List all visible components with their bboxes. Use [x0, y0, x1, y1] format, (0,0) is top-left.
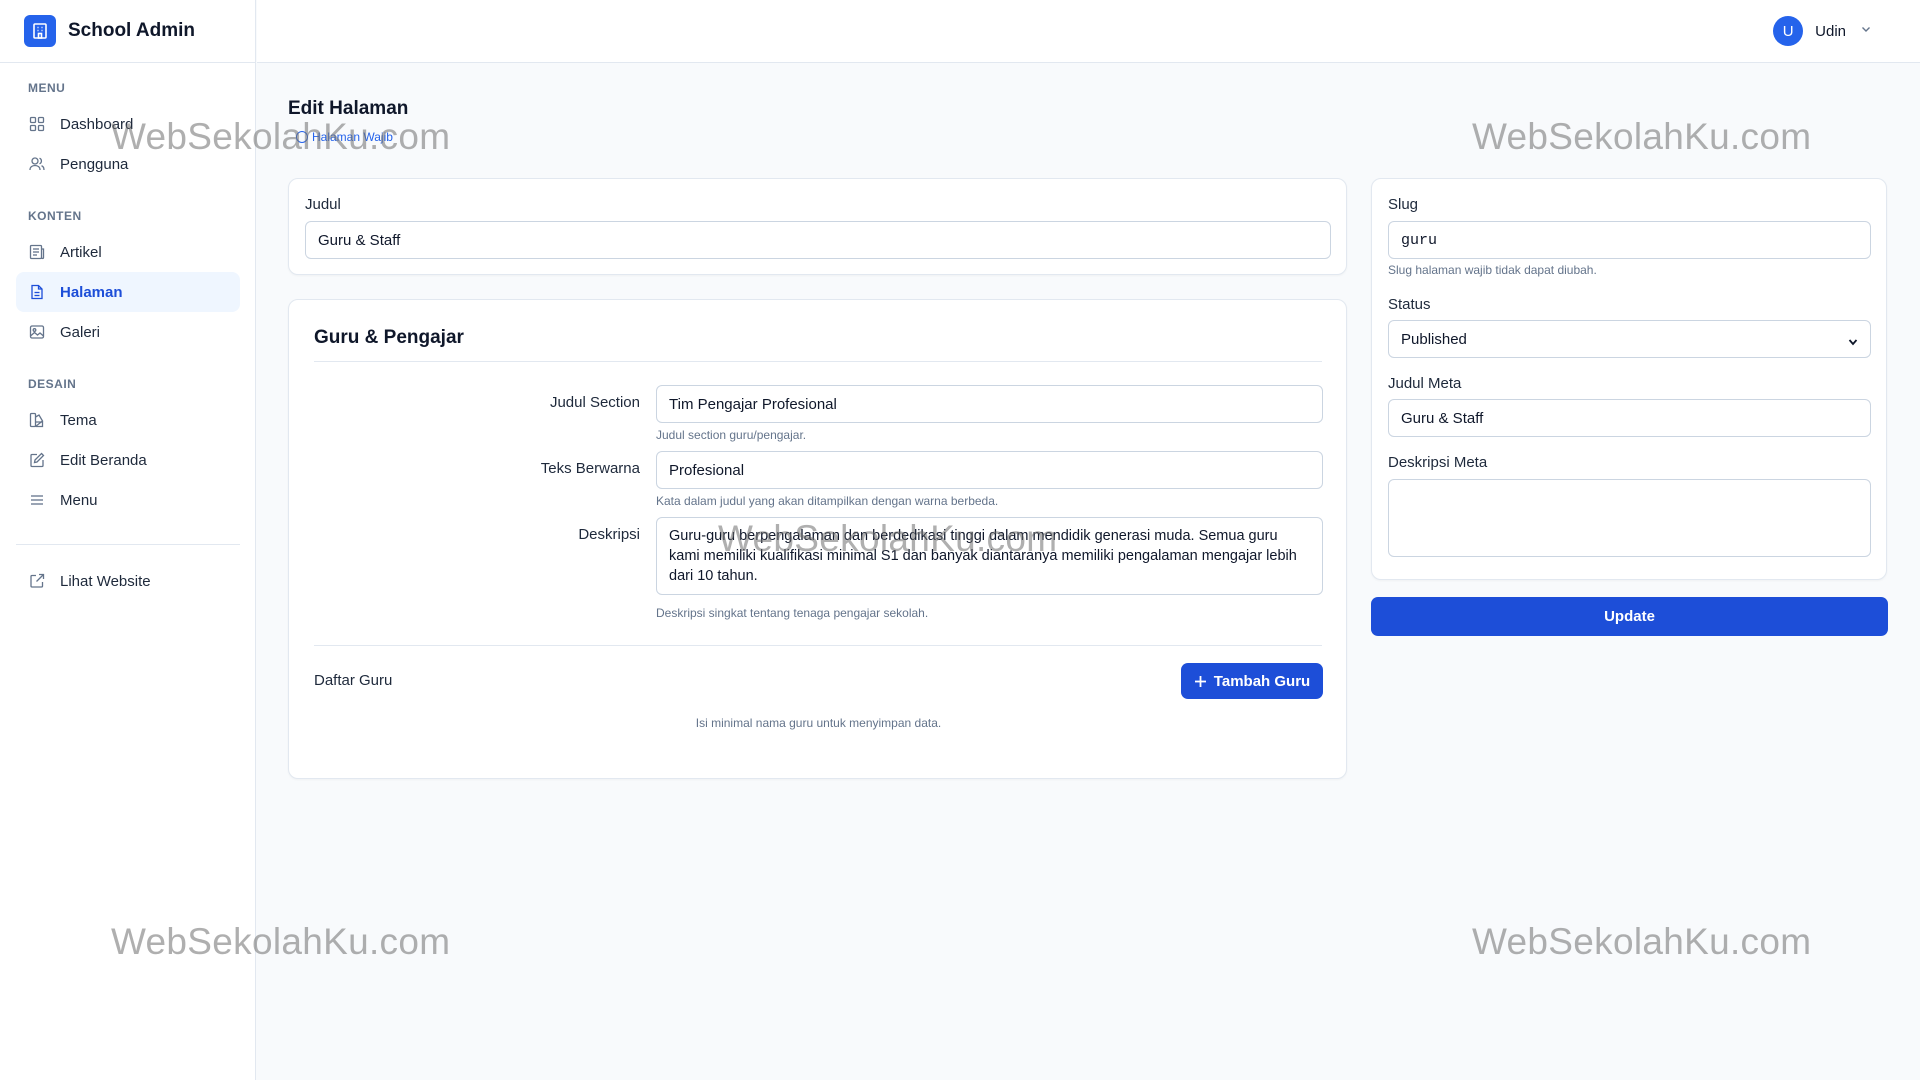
badge-label: Halaman Wajib	[312, 130, 393, 144]
teks-berwarna-input[interactable]: Profesional	[656, 451, 1323, 489]
sidebar-item-label: Tema	[60, 411, 97, 429]
judul-section-label: Judul Section	[549, 394, 640, 411]
watermark: WebSekolahKu.com	[1472, 116, 1812, 157]
daftar-guru-label: Daftar Guru	[314, 672, 393, 689]
plus-icon	[1194, 675, 1207, 688]
sidebar-item-label: Lihat Website	[60, 572, 151, 590]
user-menu[interactable]: U Udin	[1773, 16, 1872, 46]
topbar: U Udin	[257, 0, 1920, 63]
info-icon	[296, 131, 308, 143]
file-text-icon	[28, 283, 46, 301]
deskripsi-textarea[interactable]: Guru-guru berpengalaman dan berdedikasi …	[656, 517, 1323, 595]
add-teacher-button[interactable]: Tambah Guru	[1181, 663, 1323, 699]
deskripsi-meta-label: Deskripsi Meta	[1388, 454, 1488, 471]
newspaper-icon	[28, 243, 46, 261]
chevron-down-icon	[1848, 334, 1858, 346]
slug-input[interactable]: guru	[1388, 221, 1871, 259]
watermark: WebSekolahKu.com	[1472, 921, 1812, 962]
status-selected-value: Published	[1401, 330, 1467, 348]
sidebar-item-label: Pengguna	[60, 155, 129, 173]
sidebar: School Admin MENU Dashboard Pengguna KON…	[0, 0, 256, 1080]
edit-icon	[28, 451, 46, 469]
sidebar-item-label: Dashboard	[60, 115, 134, 133]
title-card: Judul Guru & Staff	[288, 178, 1347, 275]
page-title: Edit Halaman	[288, 98, 409, 119]
external-link-icon	[28, 572, 46, 590]
meta-card: Slug guru Slug halaman wajib tidak dapat…	[1371, 178, 1887, 580]
palette-icon	[28, 411, 46, 429]
judul-meta-label: Judul Meta	[1388, 375, 1462, 392]
slug-help: Slug halaman wajib tidak dapat diubah.	[1388, 263, 1597, 277]
status-select[interactable]: Published	[1388, 320, 1871, 358]
teks-berwarna-label: Teks Berwarna	[540, 460, 640, 477]
list-divider	[314, 645, 1322, 646]
sidebar-item-label: Galeri	[60, 323, 101, 341]
sidebar-item-pengguna[interactable]: Pengguna	[16, 144, 240, 184]
grid-icon	[28, 115, 46, 133]
required-page-badge: Halaman Wajib	[296, 130, 393, 144]
judul-section-help: Judul section guru/pengajar.	[656, 428, 807, 442]
sidebar-item-lihat-website[interactable]: Lihat Website	[16, 561, 240, 601]
brand[interactable]: School Admin	[0, 0, 255, 63]
sidebar-item-galeri[interactable]: Galeri	[16, 312, 240, 352]
brand-title: School Admin	[68, 20, 196, 41]
judul-label: Judul	[305, 196, 341, 213]
users-icon	[28, 155, 46, 173]
user-name: Udin	[1815, 22, 1846, 40]
sidebar-item-label: Edit Beranda	[60, 451, 147, 469]
deskripsi-help: Deskripsi singkat tentang tenaga pengaja…	[656, 606, 929, 620]
sidebar-item-tema[interactable]: Tema	[16, 400, 240, 440]
deskripsi-label: Deskripsi	[578, 526, 640, 543]
menu-icon	[28, 491, 46, 509]
section-title: Guru & Pengajar	[314, 327, 464, 348]
add-teacher-label: Tambah Guru	[1213, 672, 1311, 690]
teks-berwarna-help: Kata dalam judul yang akan ditampilkan d…	[656, 494, 999, 508]
sidebar-item-label: Menu	[60, 491, 98, 509]
nav-section-menu: MENU	[28, 81, 66, 95]
sidebar-item-artikel[interactable]: Artikel	[16, 232, 240, 272]
update-button[interactable]: Update	[1371, 597, 1888, 636]
nav-section-desain: DESAIN	[28, 377, 77, 391]
sidebar-item-label: Halaman	[60, 283, 123, 301]
deskripsi-meta-textarea[interactable]	[1388, 479, 1871, 557]
sidebar-item-edit-beranda[interactable]: Edit Beranda	[16, 440, 240, 480]
sidebar-item-menu[interactable]: Menu	[16, 480, 240, 520]
avatar: U	[1773, 16, 1804, 46]
status-label: Status	[1388, 296, 1431, 313]
sidebar-item-dashboard[interactable]: Dashboard	[16, 104, 240, 144]
slug-label: Slug	[1388, 196, 1419, 213]
image-icon	[28, 323, 46, 341]
judul-meta-input[interactable]: Guru & Staff	[1388, 399, 1871, 437]
chevron-down-icon	[1860, 22, 1872, 40]
judul-input[interactable]: Guru & Staff	[305, 221, 1331, 259]
sidebar-item-label: Artikel	[60, 243, 102, 261]
section-card: Guru & Pengajar Judul Section Tim Pengaj…	[288, 299, 1347, 779]
school-building-icon	[24, 15, 56, 47]
judul-section-input[interactable]: Tim Pengajar Profesional	[656, 385, 1323, 423]
sidebar-item-halaman[interactable]: Halaman	[16, 272, 240, 312]
empty-note: Isi minimal nama guru untuk menyimpan da…	[695, 716, 942, 730]
sidebar-divider	[16, 544, 240, 545]
section-divider	[314, 361, 1322, 362]
nav-section-konten: KONTEN	[28, 209, 82, 223]
